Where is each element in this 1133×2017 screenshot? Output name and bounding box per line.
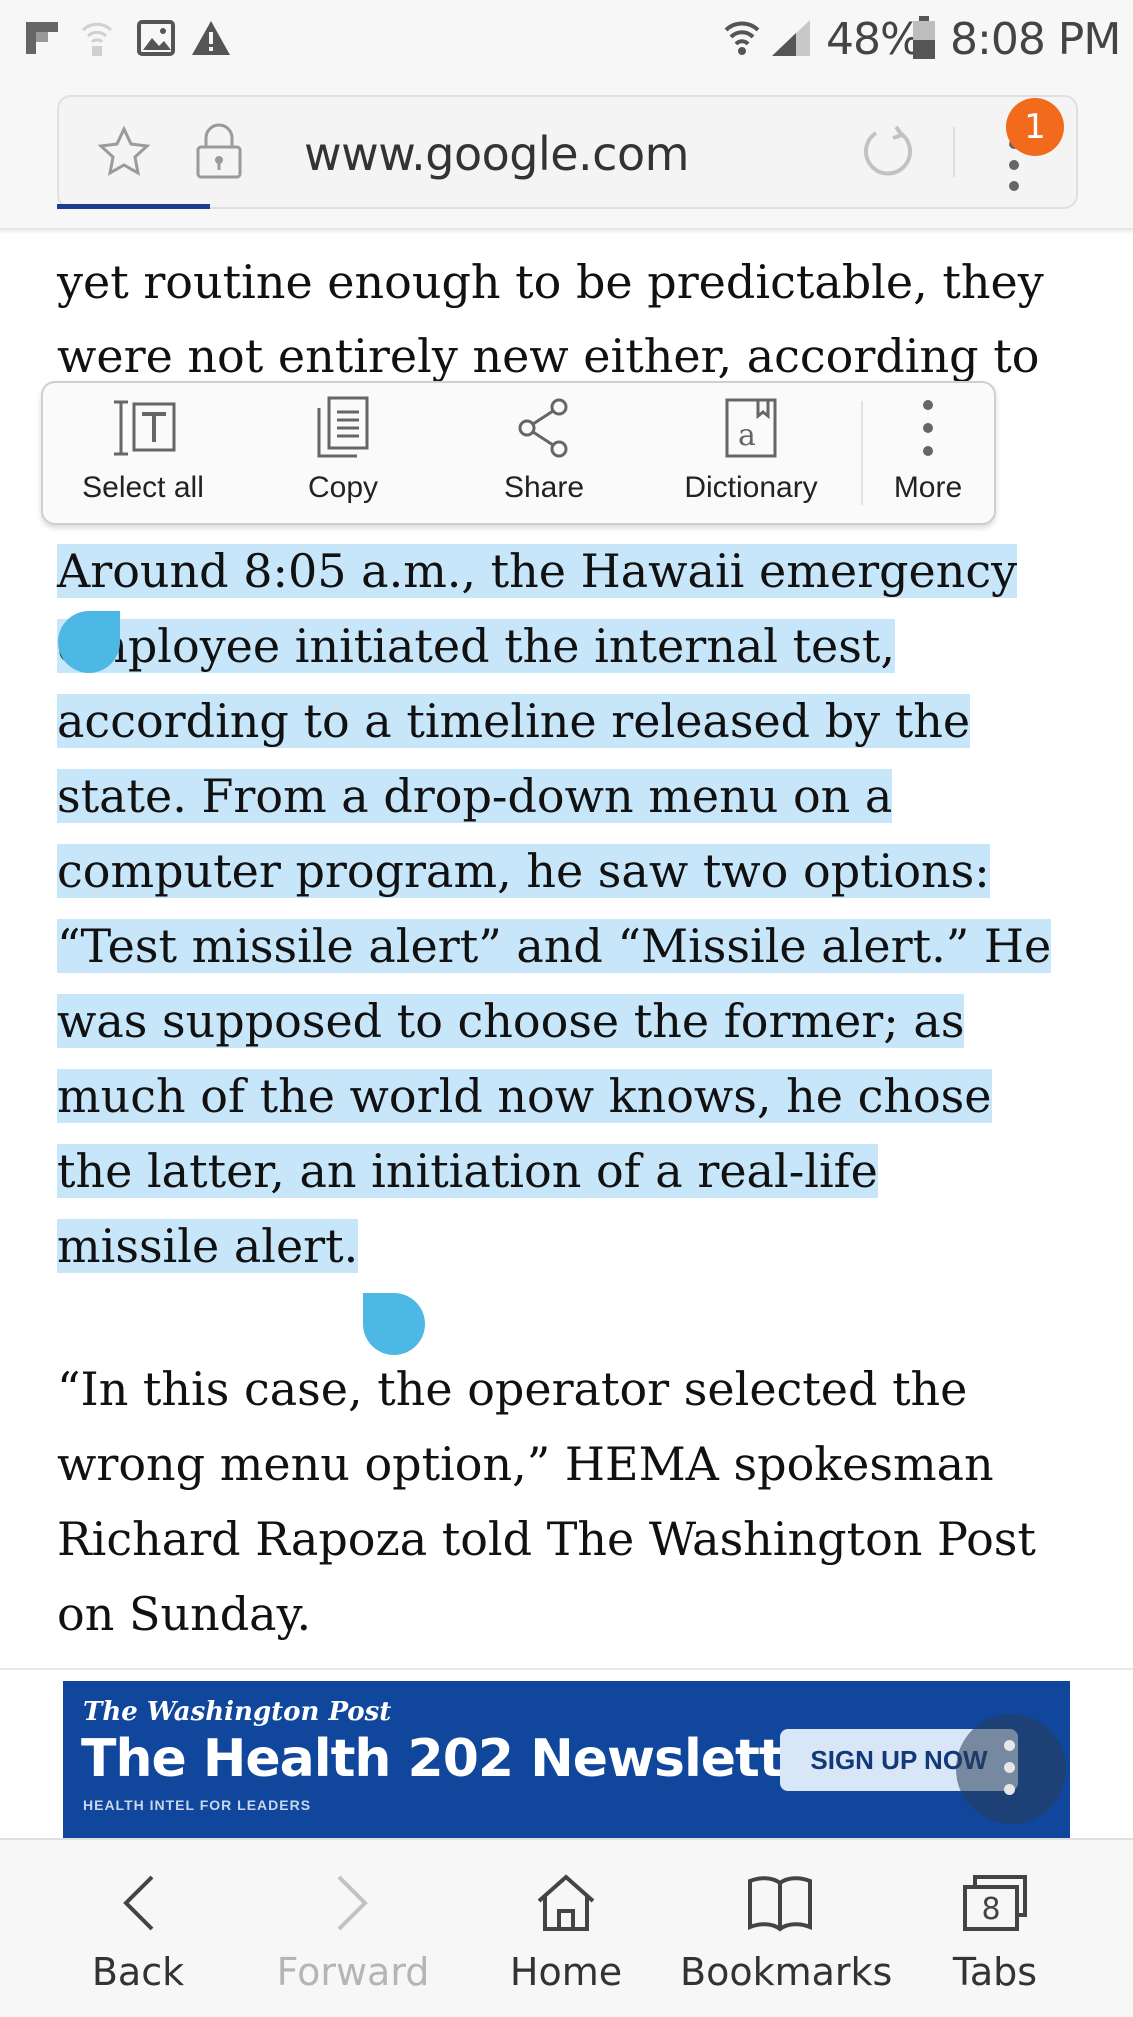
link-underline <box>57 204 210 209</box>
forward-icon <box>268 1868 438 1938</box>
bookmarks-button[interactable]: Bookmarks <box>680 1840 893 2017</box>
menu-divider <box>861 401 863 505</box>
forward-button[interactable]: Forward <box>268 1840 438 2017</box>
ad-brand: The Washington Post <box>83 1697 392 1727</box>
tab-count: 8 <box>981 1892 1001 1927</box>
bookmarks-label: Bookmarks <box>680 1950 893 1994</box>
selected-line[interactable]: computer program, he saw two options: <box>57 844 990 898</box>
url-text[interactable]: www.google.com <box>304 127 689 181</box>
selection-start-handle[interactable] <box>58 611 120 673</box>
home-button[interactable]: Home <box>486 1840 646 2017</box>
lock-icon[interactable] <box>194 121 244 186</box>
toolbar-divider <box>953 127 955 177</box>
back-button[interactable]: Back <box>58 1840 218 2017</box>
selected-line[interactable]: employee initiated the internal test, <box>57 619 895 673</box>
ad-title: The Health 202 Newsletter <box>81 1729 843 1789</box>
tabs-button[interactable]: 8 Tabs <box>915 1840 1075 2017</box>
bookmarks-icon <box>680 1868 880 1938</box>
selected-line[interactable]: was supposed to choose the former; as <box>57 994 965 1048</box>
wifi-icon <box>724 18 760 58</box>
tabs-label: Tabs <box>952 1950 1038 1994</box>
signal-icon <box>770 18 812 58</box>
more-vertical-icon <box>869 393 987 463</box>
newsletter-ad-banner[interactable]: The Washington Post The Health 202 Newsl… <box>63 1681 1070 1838</box>
address-bar[interactable]: www.google.com <box>57 95 1078 209</box>
forward-label: Forward <box>276 1950 430 1994</box>
article-line: “In this case, the operator selected the <box>57 1362 968 1416</box>
back-icon <box>58 1868 218 1938</box>
select-all-button[interactable]: Select all <box>63 383 223 523</box>
copy-button[interactable]: Copy <box>263 383 423 523</box>
warning-icon <box>190 18 232 58</box>
battery-percent: 48% <box>826 14 922 65</box>
flipboard-icon <box>24 18 60 58</box>
home-label: Home <box>509 1950 623 1994</box>
article-line: Richard Rapoza told The Washington Post <box>57 1512 1036 1566</box>
bottom-navigation: Back Forward Home Bookmarks 8 Tabs <box>0 1838 1133 2017</box>
selected-line[interactable]: the latter, an initiation of a real-life <box>57 1144 878 1198</box>
selected-line[interactable]: Around 8:05 a.m., the Hawaii emergency <box>57 544 1018 598</box>
selected-line[interactable]: missile alert. <box>57 1219 359 1273</box>
home-icon <box>486 1868 646 1938</box>
selected-line[interactable]: much of the world now knows, he chose <box>57 1069 992 1123</box>
share-icon <box>464 393 624 463</box>
battery-icon <box>912 16 936 59</box>
dictionary-button[interactable]: a Dictionary <box>661 383 841 523</box>
share-button[interactable]: Share <box>464 383 624 523</box>
more-button[interactable]: More <box>869 383 987 523</box>
clock: 8:08 PM <box>950 14 1121 65</box>
article-line: on Sunday. <box>57 1587 312 1641</box>
image-icon <box>137 18 175 58</box>
copy-icon <box>263 393 423 463</box>
dictionary-label: Dictionary <box>684 471 818 504</box>
article-line: were not entirely new either, according … <box>57 329 1040 383</box>
article-line: yet routine enough to be predictable, th… <box>57 255 1044 309</box>
select-all-icon <box>63 393 223 463</box>
svg-text:a: a <box>738 418 756 453</box>
more-label: More <box>893 471 963 504</box>
selected-line[interactable]: according to a timeline released by the <box>57 694 971 748</box>
dictionary-icon: a <box>661 393 841 463</box>
floating-menu-icon <box>1004 1740 1016 1806</box>
selected-line[interactable]: state. From a drop-down menu on a <box>57 769 893 823</box>
ad-subtitle: HEALTH INTEL FOR LEADERS <box>83 1797 312 1813</box>
bookmark-star-icon[interactable] <box>97 125 151 184</box>
ad-separator <box>0 1668 1133 1670</box>
status-bar: 48% 8:08 PM <box>0 0 1133 80</box>
select-all-label: Select all <box>82 471 204 504</box>
selected-line[interactable]: “Test missile alert” and “Missile alert.… <box>57 919 1052 973</box>
selection-end-handle[interactable] <box>363 1293 425 1355</box>
wifi-calling-icon <box>80 18 114 58</box>
text-selection-menu: Select all Copy Share a Dictionary More <box>41 381 996 525</box>
notification-badge[interactable]: 1 <box>1006 98 1064 156</box>
reload-icon[interactable] <box>860 123 916 184</box>
copy-label: Copy <box>307 471 379 504</box>
share-label: Share <box>503 471 585 504</box>
back-label: Back <box>91 1950 185 1994</box>
article-line: wrong menu option,” HEMA spokesman <box>57 1437 994 1491</box>
